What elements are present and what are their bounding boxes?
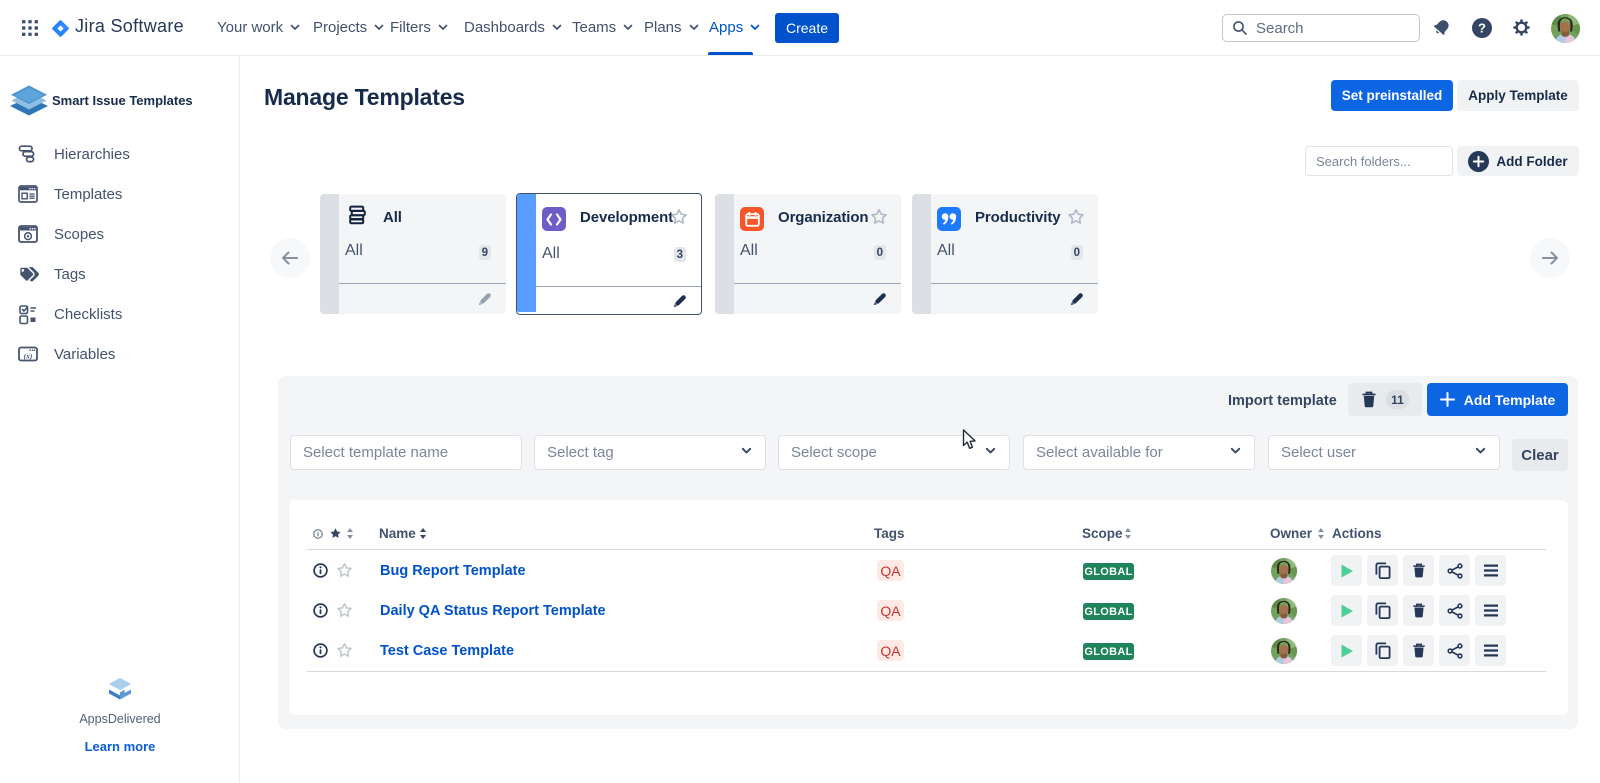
svg-text:(x): (x) [24, 351, 33, 360]
svg-text:?: ? [1478, 21, 1486, 36]
